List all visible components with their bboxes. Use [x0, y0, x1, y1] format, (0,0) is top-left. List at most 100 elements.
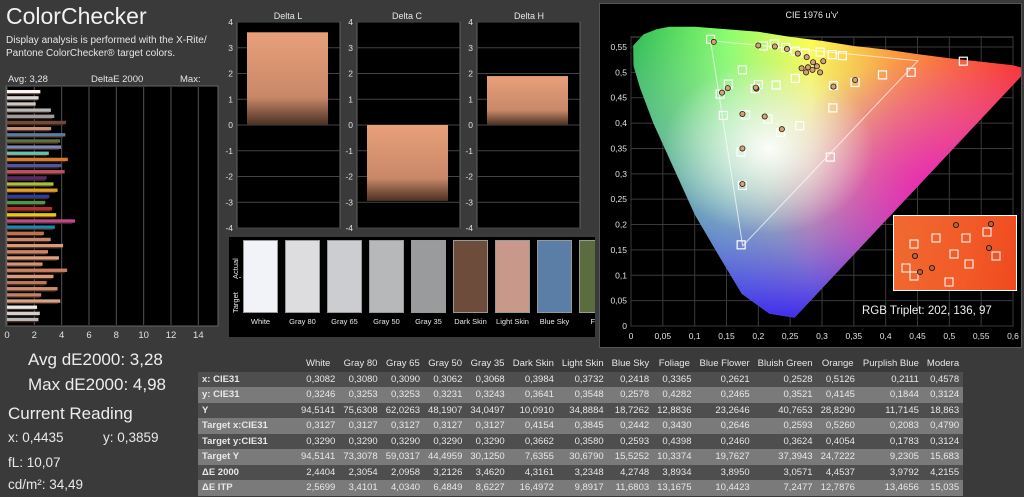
cie-ytick-label: 0,2	[615, 220, 627, 230]
cie-actual-point	[761, 113, 768, 120]
de-bar-shadow	[7, 111, 50, 114]
table-cell: 0,2442	[607, 418, 654, 434]
cie-xtick-label: 0,5	[943, 331, 955, 341]
cie-xtick-label: 0,05	[655, 331, 672, 341]
cie-ytick-label: 0,45	[610, 93, 627, 103]
de-bar-shadow	[7, 130, 50, 132]
table-cell: 7,2477	[753, 480, 817, 496]
table-cell: 0,1844	[858, 387, 923, 403]
inset-target-marker	[901, 263, 911, 273]
table-cell: 0,3127	[339, 418, 382, 434]
de-bar	[7, 139, 61, 143]
table-row-label: x: CIE31	[198, 371, 297, 387]
de-bar-shadow	[7, 315, 39, 317]
cie-actual-point	[739, 110, 746, 117]
table-cell: 10,4423	[695, 480, 754, 496]
delta-ytick-label: 0	[348, 120, 353, 130]
inset-actual-point	[929, 265, 936, 272]
zoom-inset	[893, 215, 1017, 291]
cie-ytick-label: 0,25	[610, 194, 627, 204]
cie-actual-point	[813, 63, 820, 70]
table-cell: 0,3127	[297, 418, 340, 434]
table-row-label: Target x:CIE31	[198, 418, 297, 434]
table-row: y: CIE31 0,3246 0,3253 0,3253 0,3231 0,3243 0,…	[198, 387, 964, 403]
de-bar	[7, 225, 55, 229]
delta-ytick-label: -3	[345, 197, 353, 207]
cie-xtick-label: 0,4	[880, 331, 892, 341]
table-cell: 94,5141	[297, 402, 340, 418]
table-cell: 15,683	[922, 449, 964, 465]
table-cell: 18,7262	[607, 402, 654, 418]
table-row: Y 94,5141 75,6308 62,0263 48,1907 34,0497 10,0…	[198, 402, 964, 418]
table-header-row: White Gray 80 Gray 65 Gray 50 Gray 35 Dark Sk…	[198, 356, 964, 372]
table-cell: 3,8950	[695, 464, 754, 480]
avg-de2000: Avg dE2000: 3,28	[28, 350, 163, 369]
de-bar	[7, 133, 66, 137]
table-cell: 0,3641	[508, 387, 558, 403]
swatch-label: Gray 50	[373, 317, 400, 326]
table-row: ΔE 2000 2,4404 2,3054 2,0958 3,2126 3,4620 4,3…	[198, 464, 964, 480]
table-cell: 0,2621	[695, 371, 754, 387]
de-bar-shadow	[7, 161, 66, 163]
swatch-strip: Actual Target White Gray 80 Gray 65 Gray 50…	[229, 237, 595, 337]
de-bar-shadow	[7, 253, 47, 255]
de-bar	[7, 151, 49, 155]
table-cell: 0,4154	[508, 418, 558, 434]
de-bar	[7, 126, 52, 131]
cie-actual-point	[719, 89, 726, 96]
table-cell: 0,3127	[424, 418, 467, 434]
inset-actual-point	[986, 244, 993, 251]
table-cell: 0,3062	[424, 371, 467, 387]
table-cell: 0,3365	[653, 371, 696, 387]
de-bar-shadow	[7, 93, 40, 95]
table-cell: 59,0317	[381, 449, 425, 465]
table-cell: 75,6308	[339, 402, 382, 418]
inset-actual-point	[953, 222, 960, 228]
table-cell: 4,3161	[508, 464, 558, 480]
delta-ytick-label: 3	[228, 43, 233, 53]
table-cell: 0,3662	[508, 433, 558, 449]
cie-ytick-label: 0,3	[615, 169, 627, 179]
table-row-label: y: CIE31	[198, 387, 297, 403]
table-cell: 0,3290	[339, 433, 382, 449]
description-text: Display analysis is performed with the X…	[6, 35, 207, 59]
table-cell: 4,2155	[922, 464, 964, 480]
cie-xtick-label: 0,45	[909, 331, 926, 341]
table-cell: 3,4101	[339, 480, 382, 496]
de-bar-shadow	[7, 118, 53, 120]
table-cell: 3,0571	[753, 464, 817, 480]
de-bar-shadow	[7, 271, 65, 274]
de-bar-shadow	[7, 296, 40, 298]
table-cell: 0,2646	[695, 418, 754, 434]
delta-ytick-label: -1	[345, 146, 353, 156]
de-bar	[7, 114, 55, 119]
de-bar-shadow	[7, 284, 46, 286]
de-bar-shadow	[7, 198, 48, 200]
table-cell: 0,2418	[607, 371, 654, 387]
table-cell: 0,1783	[858, 433, 923, 449]
de-bar	[7, 219, 76, 223]
delta-ytick-label: 2	[468, 69, 473, 79]
delta-ytick-label: -4	[345, 223, 353, 233]
de-bar	[7, 102, 36, 106]
table-cell: 28,8290	[816, 402, 859, 418]
table-cell: 0,4398	[653, 433, 696, 449]
de-bar	[7, 243, 64, 248]
table-cell: 62,0263	[381, 402, 425, 418]
cie-xtick-label: 0,55	[973, 331, 990, 341]
table-row: x: CIE31 0,3082 0,3080 0,3090 0,3062 0,3068 0,…	[198, 371, 964, 387]
de-bar-shadow	[7, 173, 63, 175]
delta-ytick-label: 0	[228, 120, 233, 130]
table-cell: 44,4959	[424, 449, 467, 465]
de-bar	[7, 274, 54, 279]
cie-xtick-label: 0,15	[718, 331, 735, 341]
table-cell: 4,4537	[816, 464, 859, 480]
delta-e-bar-chart: 0 2 4 6 8 10 12 14	[4, 85, 219, 341]
de-xtick-label: 2	[32, 330, 37, 341]
delta-ytick-label: -1	[465, 146, 473, 156]
delta-bar	[367, 125, 448, 201]
table-cell: 0,3732	[557, 371, 608, 387]
de-bar	[7, 317, 39, 322]
table-cell: 0,3624	[753, 433, 817, 449]
table-cell: 3,4620	[466, 464, 509, 480]
